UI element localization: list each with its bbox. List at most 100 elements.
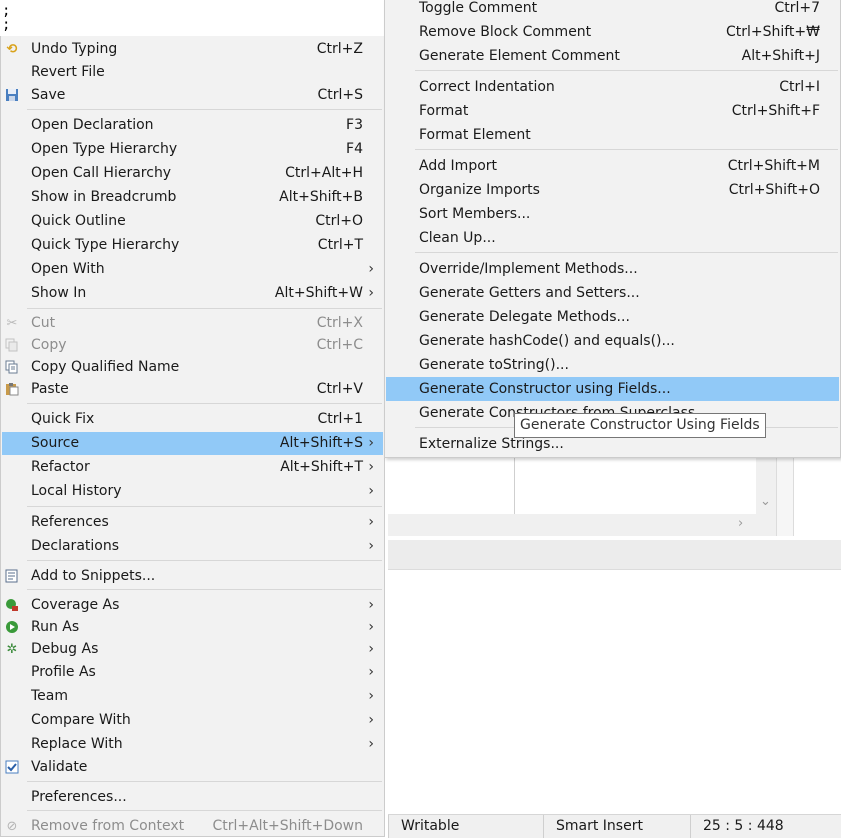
menu-separator xyxy=(27,506,382,507)
menu-item-source[interactable]: Source Alt+Shift+S › xyxy=(2,432,383,455)
chevron-right-icon: › xyxy=(368,619,374,635)
submenu-item-generate-getters-setters[interactable]: Generate Getters and Setters... xyxy=(386,281,839,305)
menu-item-local-history[interactable]: Local History › xyxy=(2,480,383,503)
copy-icon xyxy=(4,338,20,354)
menu-item-declarations[interactable]: Declarations › xyxy=(2,535,383,558)
chevron-right-icon: › xyxy=(368,435,374,451)
menu-separator xyxy=(27,308,382,309)
pane-divider xyxy=(514,458,515,514)
menu-item-copy[interactable]: Copy Ctrl+C xyxy=(2,334,383,357)
source-submenu: Toggle Comment Ctrl+7 Remove Block Comme… xyxy=(384,0,841,458)
chevron-right-icon: › xyxy=(368,641,374,657)
menu-separator xyxy=(27,589,382,590)
submenu-item-toggle-comment[interactable]: Toggle Comment Ctrl+7 xyxy=(386,0,839,20)
menu-item-open-with[interactable]: Open With › xyxy=(2,258,383,281)
menu-item-cut[interactable]: ✂ Cut Ctrl+X xyxy=(2,312,383,335)
submenu-item-correct-indentation[interactable]: Correct Indentation Ctrl+I xyxy=(386,75,839,99)
submenu-item-generate-element-comment[interactable]: Generate Element Comment Alt+Shift+J xyxy=(386,44,839,68)
menu-item-team[interactable]: Team › xyxy=(2,685,383,708)
editor-text: ;; xyxy=(2,3,11,33)
menu-item-remove-from-context[interactable]: ⊘ Remove from Context Ctrl+Alt+Shift+Dow… xyxy=(2,815,383,838)
checkbox-icon xyxy=(4,760,20,776)
menu-separator xyxy=(415,70,838,71)
menu-item-show-in[interactable]: Show In Alt+Shift+W › xyxy=(2,282,383,305)
submenu-item-format-element[interactable]: Format Element xyxy=(386,123,839,147)
debug-icon: ✲ xyxy=(6,642,18,657)
menu-item-show-in-breadcrumb[interactable]: Show in Breadcrumb Alt+Shift+B xyxy=(2,186,383,209)
menu-item-revert-file[interactable]: Revert File xyxy=(2,61,383,84)
menu-item-coverage-as[interactable]: Coverage As › xyxy=(2,594,383,617)
horizontal-scrollbar[interactable]: › xyxy=(388,514,776,536)
chevron-right-icon: › xyxy=(368,285,374,301)
menu-item-compare-with[interactable]: Compare With › xyxy=(2,709,383,732)
chevron-right-icon: › xyxy=(368,712,374,728)
paste-icon xyxy=(4,382,20,398)
submenu-item-add-import[interactable]: Add Import Ctrl+Shift+M xyxy=(386,154,839,178)
menu-item-validate[interactable]: Validate xyxy=(2,756,383,779)
snippets-icon xyxy=(4,569,20,585)
menu-item-undo-typing[interactable]: ⟲ Undo Typing Ctrl+Z xyxy=(2,38,383,61)
chevron-right-icon: › xyxy=(368,483,374,499)
cut-icon: ✂ xyxy=(6,316,18,331)
status-cursor-position: 25 : 5 : 448 xyxy=(690,815,841,838)
menu-separator xyxy=(27,403,382,404)
status-writable: Writable xyxy=(388,815,546,838)
menu-item-quick-type-hierarchy[interactable]: Quick Type Hierarchy Ctrl+T xyxy=(2,234,383,257)
chevron-right-icon: › xyxy=(368,664,374,680)
menu-item-paste[interactable]: Paste Ctrl+V xyxy=(2,378,383,401)
status-insert-mode: Smart Insert xyxy=(543,815,691,838)
menu-separator xyxy=(27,781,382,782)
menu-separator xyxy=(27,560,382,561)
menu-item-open-declaration[interactable]: Open Declaration F3 xyxy=(2,114,383,137)
save-icon xyxy=(4,88,20,104)
submenu-item-override-implement-methods[interactable]: Override/Implement Methods... xyxy=(386,257,839,281)
editor-area[interactable]: ;; xyxy=(0,0,384,36)
console-tab-bar xyxy=(388,540,841,570)
menu-item-debug-as[interactable]: ✲ Debug As › xyxy=(2,638,383,661)
menu-item-profile-as[interactable]: Profile As › xyxy=(2,661,383,684)
copy-qualified-name-icon xyxy=(4,360,20,376)
menu-separator xyxy=(415,252,838,253)
chevron-right-icon: › xyxy=(368,736,374,752)
submenu-item-generate-constructor-using-fields[interactable]: Generate Constructor using Fields... xyxy=(386,377,839,401)
submenu-item-generate-hashcode-equals[interactable]: Generate hashCode() and equals()... xyxy=(386,329,839,353)
menu-separator xyxy=(27,810,382,811)
submenu-item-generate-delegate-methods[interactable]: Generate Delegate Methods... xyxy=(386,305,839,329)
tooltip: Generate Constructor Using Fields xyxy=(514,413,766,438)
submenu-item-sort-members[interactable]: Sort Members... xyxy=(386,202,839,226)
menu-item-references[interactable]: References › xyxy=(2,511,383,534)
submenu-item-organize-imports[interactable]: Organize Imports Ctrl+Shift+O xyxy=(386,178,839,202)
remove-context-icon: ⊘ xyxy=(6,819,18,834)
undo-icon: ⟲ xyxy=(6,42,18,57)
submenu-item-generate-tostring[interactable]: Generate toString()... xyxy=(386,353,839,377)
vertical-scrollbar[interactable]: ⌄ xyxy=(756,458,776,514)
menu-separator xyxy=(415,149,838,150)
menu-item-preferences[interactable]: Preferences... xyxy=(2,786,383,809)
submenu-item-clean-up[interactable]: Clean Up... xyxy=(386,226,839,250)
chevron-down-icon[interactable]: ⌄ xyxy=(760,494,771,509)
menu-item-replace-with[interactable]: Replace With › xyxy=(2,733,383,756)
menu-item-open-call-hierarchy[interactable]: Open Call Hierarchy Ctrl+Alt+H xyxy=(2,162,383,185)
chevron-right-icon: › xyxy=(368,597,374,613)
chevron-right-icon: › xyxy=(368,459,374,475)
menu-item-run-as[interactable]: Run As › xyxy=(2,616,383,639)
chevron-right-icon[interactable]: › xyxy=(738,516,743,531)
menu-item-open-type-hierarchy[interactable]: Open Type Hierarchy F4 xyxy=(2,138,383,161)
menu-item-quick-fix[interactable]: Quick Fix Ctrl+1 xyxy=(2,408,383,431)
context-menu: ⟲ Undo Typing Ctrl+Z Revert File Save Ct… xyxy=(0,36,385,837)
submenu-item-format[interactable]: Format Ctrl+Shift+F xyxy=(386,99,839,123)
menu-item-add-to-snippets[interactable]: Add to Snippets... xyxy=(2,565,383,588)
menu-item-quick-outline[interactable]: Quick Outline Ctrl+O xyxy=(2,210,383,233)
coverage-icon xyxy=(4,598,20,614)
status-bar: Writable Smart Insert 25 : 5 : 448 xyxy=(388,814,841,838)
menu-item-refactor[interactable]: Refactor Alt+Shift+T › xyxy=(2,456,383,479)
submenu-item-remove-block-comment[interactable]: Remove Block Comment Ctrl+Shift+₩ xyxy=(386,20,839,44)
chevron-right-icon: › xyxy=(368,688,374,704)
side-panel xyxy=(793,458,841,536)
menu-item-copy-qualified-name[interactable]: Copy Qualified Name xyxy=(2,356,383,379)
chevron-right-icon: › xyxy=(368,261,374,277)
menu-separator xyxy=(27,109,382,110)
side-gutter xyxy=(777,458,793,536)
run-icon xyxy=(4,620,20,636)
menu-item-save[interactable]: Save Ctrl+S xyxy=(2,84,383,107)
